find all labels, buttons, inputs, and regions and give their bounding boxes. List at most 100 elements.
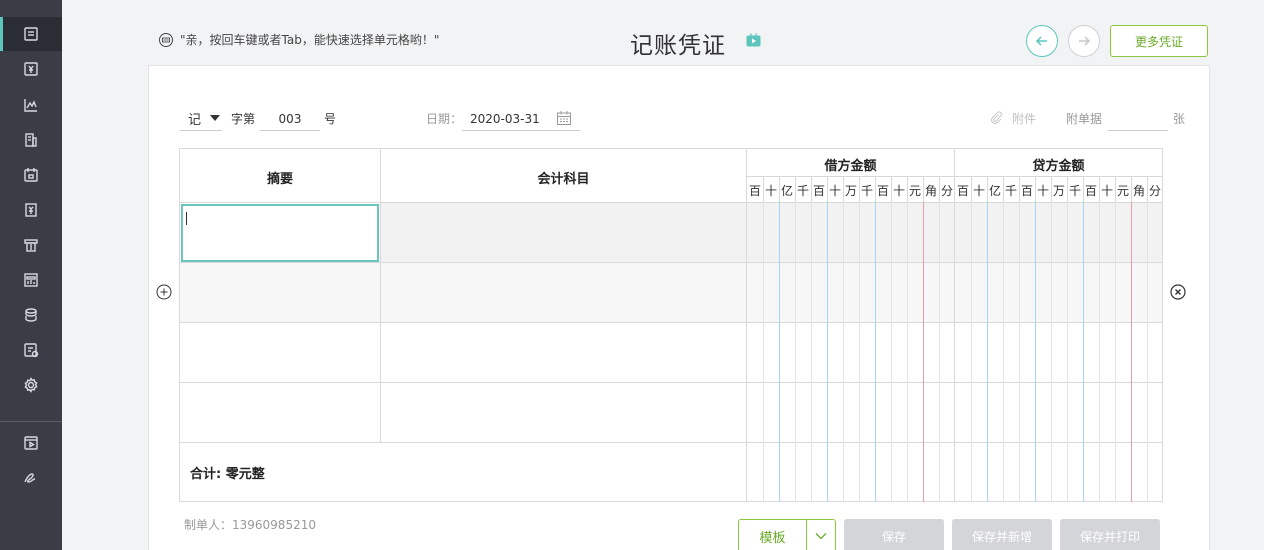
credit-unit-11: 角 — [1132, 184, 1145, 198]
amount-gridline — [763, 177, 764, 502]
invoice-icon — [24, 239, 38, 252]
arrow-right-icon — [1079, 36, 1091, 46]
debit-unit-11: 角 — [924, 184, 937, 198]
sidebar-item-chart[interactable] — [0, 88, 62, 122]
calendar-icon[interactable] — [556, 110, 572, 126]
debit-unit-6: 万 — [844, 184, 857, 198]
unit-divider — [1067, 177, 1068, 202]
amount-gridline — [875, 177, 876, 502]
chevron-down-icon[interactable] — [807, 520, 835, 550]
credit-unit-3: 千 — [1004, 184, 1017, 198]
voucher-table: 摘要 会计科目 借方金额 贷方金额 百十亿千百十万千百十元角分百十亿千百十万千百… — [179, 148, 1163, 502]
unit-divider — [1099, 177, 1100, 202]
amount-gridline — [811, 177, 812, 502]
amount-gridline — [779, 177, 780, 502]
amount-gridline — [843, 177, 844, 502]
save-button[interactable]: 保存 — [844, 519, 944, 550]
sidebar-item-building[interactable] — [0, 123, 62, 157]
unit-divider — [1131, 177, 1132, 202]
amount-gridline — [795, 177, 796, 502]
unit-divider — [843, 177, 844, 202]
sidebar-item-settings[interactable] — [0, 368, 62, 402]
delete-row-icon[interactable] — [1170, 284, 1186, 300]
unit-divider — [795, 177, 796, 202]
unit-divider — [891, 177, 892, 202]
credit-unit-1: 十 — [972, 184, 985, 198]
paperclip-icon — [990, 111, 1002, 124]
maker-info: 制单人：13960985210 — [184, 518, 316, 532]
video-icon — [24, 436, 38, 450]
total-label: 合计: 零元整 — [190, 467, 265, 482]
amount-gridline — [1035, 177, 1036, 502]
credit-unit-10: 元 — [1116, 184, 1129, 198]
voucher-type-select[interactable]: 记 — [180, 107, 222, 131]
sidebar-item-ledger[interactable] — [0, 52, 62, 86]
next-voucher-button[interactable] — [1068, 25, 1100, 57]
debit-unit-4: 百 — [812, 184, 825, 198]
date-label: 日期： — [426, 112, 463, 126]
unit-divider — [763, 177, 764, 202]
voucher-number-input[interactable]: 003 — [260, 107, 320, 131]
sidebar-item-dashboard[interactable] — [0, 263, 62, 297]
unit-divider — [1019, 177, 1020, 202]
voucher-type-value: 记 — [188, 113, 202, 128]
credit-unit-7: 千 — [1068, 184, 1081, 198]
credit-unit-2: 亿 — [988, 184, 1001, 198]
zhang-label: 张 — [1173, 112, 1186, 126]
sidebar-item-voucher[interactable] — [0, 17, 62, 51]
voucher-icon — [24, 27, 38, 41]
credit-unit-0: 百 — [956, 184, 969, 198]
sidebar-item-invoice[interactable] — [0, 228, 62, 262]
amount-gridline — [1083, 177, 1084, 502]
unit-divider — [1147, 177, 1148, 202]
sidebar — [0, 0, 62, 550]
header-summary: 摘要 — [266, 172, 293, 187]
ledger-icon — [24, 62, 38, 76]
amount-gridline — [1019, 177, 1020, 502]
amount-gridline — [1099, 177, 1100, 502]
sidebar-item-tax[interactable] — [0, 333, 62, 367]
unit-divider — [811, 177, 812, 202]
row-1-bg — [380, 203, 1162, 262]
zi-label: 字第 — [231, 112, 256, 126]
add-row-icon[interactable] — [156, 284, 172, 300]
row-2-bg — [180, 263, 1162, 322]
credit-unit-6: 万 — [1052, 184, 1065, 198]
template-button[interactable]: 模板 — [738, 519, 836, 550]
page-title: 记账凭证 — [630, 33, 726, 59]
more-vouchers-button[interactable]: 更多凭证 — [1110, 25, 1208, 57]
debit-unit-2: 亿 — [780, 184, 793, 198]
calendar-icon — [24, 168, 38, 182]
save-and-new-button[interactable]: 保存并新增 — [952, 519, 1052, 550]
attach-docs-input[interactable] — [1108, 107, 1168, 131]
amount-gridline — [1115, 177, 1116, 502]
sidebar-item-calendar[interactable] — [0, 158, 62, 192]
sidebar-item-report[interactable] — [0, 193, 62, 227]
amount-gridline — [907, 177, 908, 502]
sidebar-item-stack[interactable] — [0, 298, 62, 332]
chart-icon — [24, 99, 37, 112]
amount-gridline — [1051, 177, 1052, 502]
prev-voucher-button[interactable] — [1026, 25, 1058, 57]
gear-icon — [24, 377, 38, 393]
amount-gridline — [971, 177, 972, 502]
summary-input-row-1[interactable] — [181, 204, 379, 262]
unit-divider — [1083, 177, 1084, 202]
building-icon — [25, 133, 37, 147]
sidebar-item-video[interactable] — [0, 426, 62, 460]
save-and-print-button[interactable]: 保存并打印 — [1060, 519, 1160, 550]
unit-divider — [779, 177, 780, 202]
debit-unit-10: 元 — [908, 184, 921, 198]
hint-bar: "亲，按回车键或者Tab，能快速选择单元格哟！" — [158, 31, 439, 48]
unit-divider — [923, 177, 924, 202]
unit-divider — [1115, 177, 1116, 202]
unit-divider — [859, 177, 860, 202]
report-icon — [25, 203, 37, 217]
tv-icon[interactable] — [746, 33, 761, 47]
signature-icon — [24, 473, 36, 483]
credit-unit-5: 十 — [1036, 184, 1049, 198]
attach-docs-label: 附单据 — [1066, 112, 1103, 126]
attachment-link[interactable]: 附件 — [1012, 110, 1036, 127]
sidebar-item-signature[interactable] — [0, 461, 62, 495]
amount-gridline — [987, 177, 988, 502]
